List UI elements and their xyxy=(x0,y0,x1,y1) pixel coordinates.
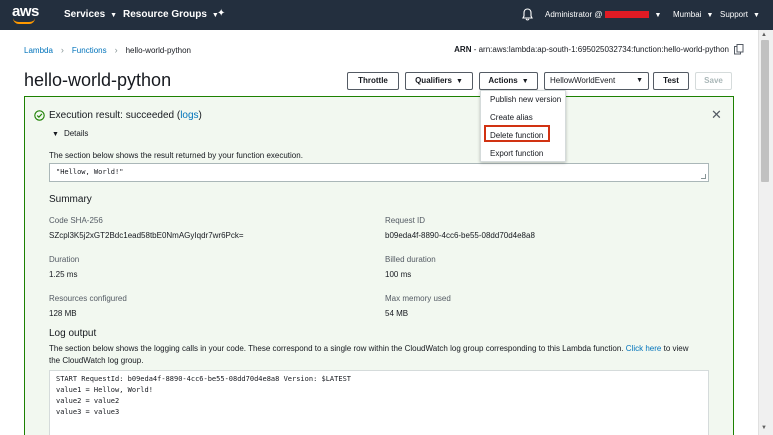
execution-result-title: Execution result: succeeded (logs) xyxy=(49,110,202,121)
menu-item-publish-new-version[interactable]: Publish new version xyxy=(490,95,561,104)
billed-duration-value: 100 ms xyxy=(385,270,412,279)
breadcrumb: Lambda › Functions › hello-world-python xyxy=(24,45,191,55)
account-menu[interactable]: Administrator @ ▼ xyxy=(545,0,661,30)
qualifiers-label: Qualifiers xyxy=(415,76,452,85)
max-memory-value: 54 MB xyxy=(385,309,409,318)
close-icon[interactable]: ✕ xyxy=(711,107,722,123)
function-arn: ARN - arn:aws:lambda:ap-south-1:69502503… xyxy=(454,45,729,54)
success-check-icon xyxy=(34,110,45,121)
throttle-button[interactable]: Throttle xyxy=(347,72,399,90)
scrollbar-thumb[interactable] xyxy=(761,40,769,182)
log-line: value2 = value2 xyxy=(56,397,120,405)
chevron-down-icon: ▼ xyxy=(706,12,714,19)
actions-button[interactable]: Actions ▼ xyxy=(479,72,538,90)
resource-groups-menu[interactable]: Resource Groups ▼ xyxy=(123,0,219,30)
log-line: value3 = value3 xyxy=(56,408,120,416)
services-label: Services xyxy=(64,9,106,20)
chevron-down-icon: ▼ xyxy=(521,78,529,85)
result-description: The section below shows the result retur… xyxy=(49,151,303,160)
log-output-box[interactable]: START RequestId: b09eda4f-8890-4cc6-be55… xyxy=(49,370,709,435)
redacted-account-name xyxy=(605,11,650,19)
actions-label: Actions xyxy=(488,76,518,85)
bell-icon[interactable] xyxy=(522,8,533,21)
details-label: Details xyxy=(63,129,89,138)
chevron-right-icon: › xyxy=(114,45,118,55)
chevron-down-icon: ▼ xyxy=(654,12,662,19)
services-menu[interactable]: Services ▼ xyxy=(64,0,117,30)
support-label: Support xyxy=(720,10,749,19)
region-menu[interactable]: Mumbai ▼ xyxy=(673,0,713,30)
scroll-up-arrow-icon[interactable]: ▲ xyxy=(761,32,767,38)
chevron-down-icon: ▼ xyxy=(455,78,463,85)
breadcrumb-current: hello-world-python xyxy=(125,46,191,55)
save-button[interactable]: Save xyxy=(695,72,732,90)
code-sha-label: Code SHA-256 xyxy=(49,216,103,225)
log-output-heading: Log output xyxy=(49,328,97,339)
code-sha-value: SZcpl3K5j2xGT2Bdc1ead58tbE0NmAGyIqdr7wr6… xyxy=(49,231,244,240)
resize-handle-icon[interactable] xyxy=(701,174,706,179)
arn-value: - arn:aws:lambda:ap-south-1:695025032734… xyxy=(473,45,729,54)
result-title-suffix: ) xyxy=(198,110,202,121)
caret-down-icon: ▼ xyxy=(52,131,59,138)
log-line: value1 = Hellow, World! xyxy=(56,386,153,394)
chevron-down-icon: ▼ xyxy=(636,77,643,84)
scroll-down-arrow-icon[interactable]: ▼ xyxy=(761,425,767,431)
pin-icon[interactable]: ✦ xyxy=(217,8,225,19)
test-button[interactable]: Test xyxy=(653,72,689,90)
logs-link[interactable]: logs xyxy=(180,110,198,121)
test-event-select[interactable]: HellowWorldEvent ▼ xyxy=(544,72,649,90)
arn-label: ARN xyxy=(454,45,472,54)
request-id-value: b09eda4f-8890-4cc6-be55-08dd70d4e8a8 xyxy=(385,231,535,240)
page-title: hello-world-python xyxy=(24,70,172,90)
resources-configured-value: 128 MB xyxy=(49,309,77,318)
aws-logo[interactable]: aws xyxy=(10,3,46,26)
click-here-link[interactable]: Click here xyxy=(626,344,662,353)
resources-configured-label: Resources configured xyxy=(49,294,127,303)
chevron-down-icon: ▼ xyxy=(753,12,760,19)
delete-function-highlight xyxy=(484,125,550,142)
log-desc-pre: The section below shows the logging call… xyxy=(49,344,624,353)
menu-item-create-alias[interactable]: Create alias xyxy=(490,113,533,122)
throttle-label: Throttle xyxy=(358,76,388,85)
billed-duration-label: Billed duration xyxy=(385,255,436,264)
qualifiers-button[interactable]: Qualifiers ▼ xyxy=(405,72,473,90)
duration-label: Duration xyxy=(49,255,80,264)
support-menu[interactable]: Support ▼ xyxy=(720,0,760,30)
chevron-down-icon: ▼ xyxy=(110,12,118,19)
log-output-description: The section below shows the logging call… xyxy=(49,343,699,367)
summary-heading: Summary xyxy=(49,194,92,205)
result-output-box[interactable]: "Hellow, World!" xyxy=(49,163,709,182)
resource-groups-label: Resource Groups xyxy=(123,9,207,20)
copy-icon[interactable] xyxy=(734,44,744,55)
save-label: Save xyxy=(704,76,723,85)
aws-smile-icon xyxy=(13,18,35,24)
account-label: Administrator @ xyxy=(545,10,603,19)
test-label: Test xyxy=(663,76,679,85)
result-output-text: "Hellow, World!" xyxy=(56,168,124,176)
region-label: Mumbai xyxy=(673,10,702,19)
menu-item-export-function[interactable]: Export function xyxy=(490,149,543,158)
result-title-prefix: Execution result: succeeded ( xyxy=(49,110,181,121)
log-line: START RequestId: b09eda4f-8890-4cc6-be55… xyxy=(56,375,352,383)
max-memory-label: Max memory used xyxy=(385,294,451,303)
duration-value: 1.25 ms xyxy=(49,270,78,279)
details-toggle[interactable]: ▼ Details xyxy=(52,129,88,138)
test-event-value: HellowWorldEvent xyxy=(550,76,616,85)
request-id-label: Request ID xyxy=(385,216,426,225)
breadcrumb-functions-link[interactable]: Functions xyxy=(72,46,107,55)
breadcrumb-lambda-link[interactable]: Lambda xyxy=(24,46,53,55)
chevron-right-icon: › xyxy=(60,45,64,55)
top-navigation-bar: aws Services ▼ Resource Groups ▼ ✦ Adminis… xyxy=(0,0,773,30)
